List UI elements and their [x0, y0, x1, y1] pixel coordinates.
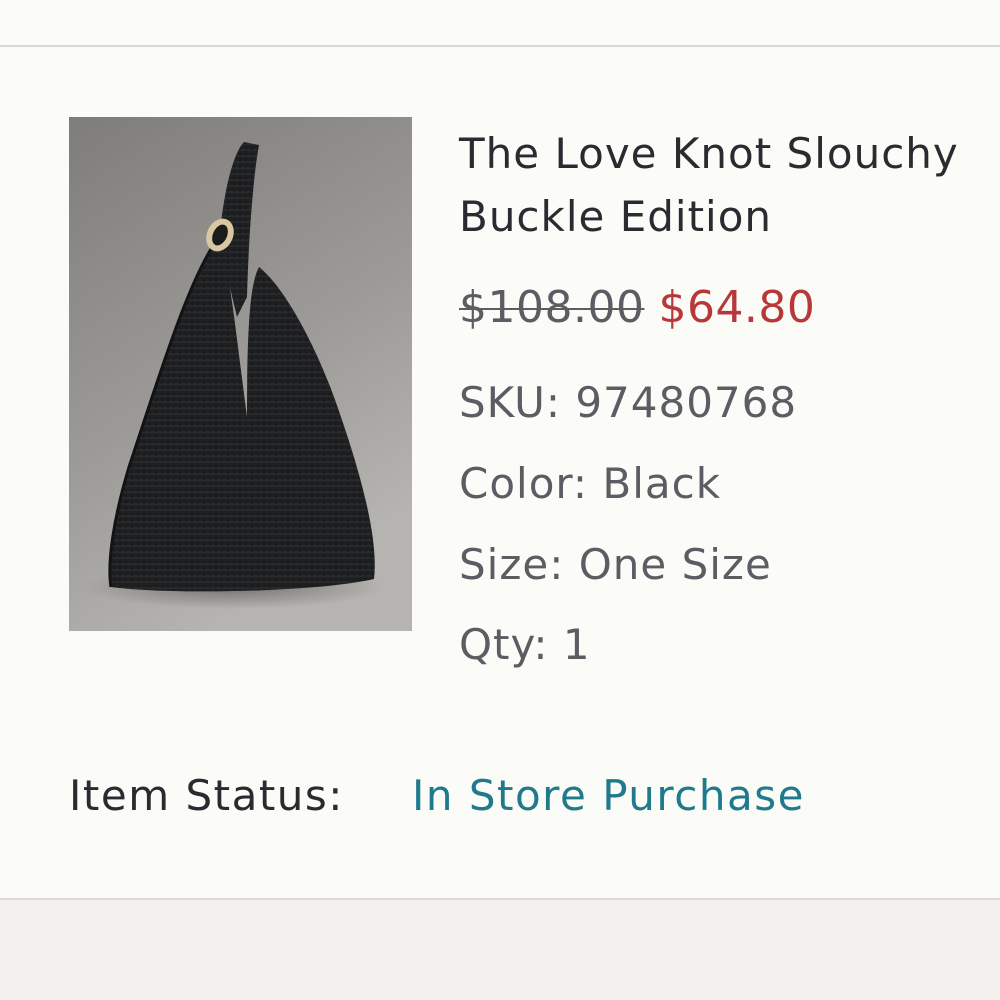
quantity-label: Qty: 1: [459, 620, 591, 669]
product-title[interactable]: The Love Knot Slouchy Buckle Edition: [459, 122, 1000, 248]
order-item-page: The Love Knot Slouchy Buckle Edition $10…: [0, 0, 1000, 1000]
product-title-line-2: Buckle Edition: [459, 192, 773, 241]
size-label: Size: One Size: [459, 540, 772, 589]
sale-price: $64.80: [658, 282, 816, 333]
item-status-link[interactable]: In Store Purchase: [412, 771, 805, 821]
handbag-illustration: [69, 117, 412, 631]
sku-label: SKU: 97480768: [459, 378, 798, 427]
item-status-label: Item Status:: [69, 771, 344, 820]
color-label: Color: Black: [459, 459, 722, 508]
original-price: $108.00: [459, 282, 645, 333]
price-row: $108.00 $64.80: [459, 282, 815, 334]
top-divider: [0, 45, 1000, 47]
product-image[interactable]: [69, 117, 412, 631]
bottom-section: [0, 898, 1000, 1000]
product-title-line-1: The Love Knot Slouchy: [459, 129, 959, 178]
